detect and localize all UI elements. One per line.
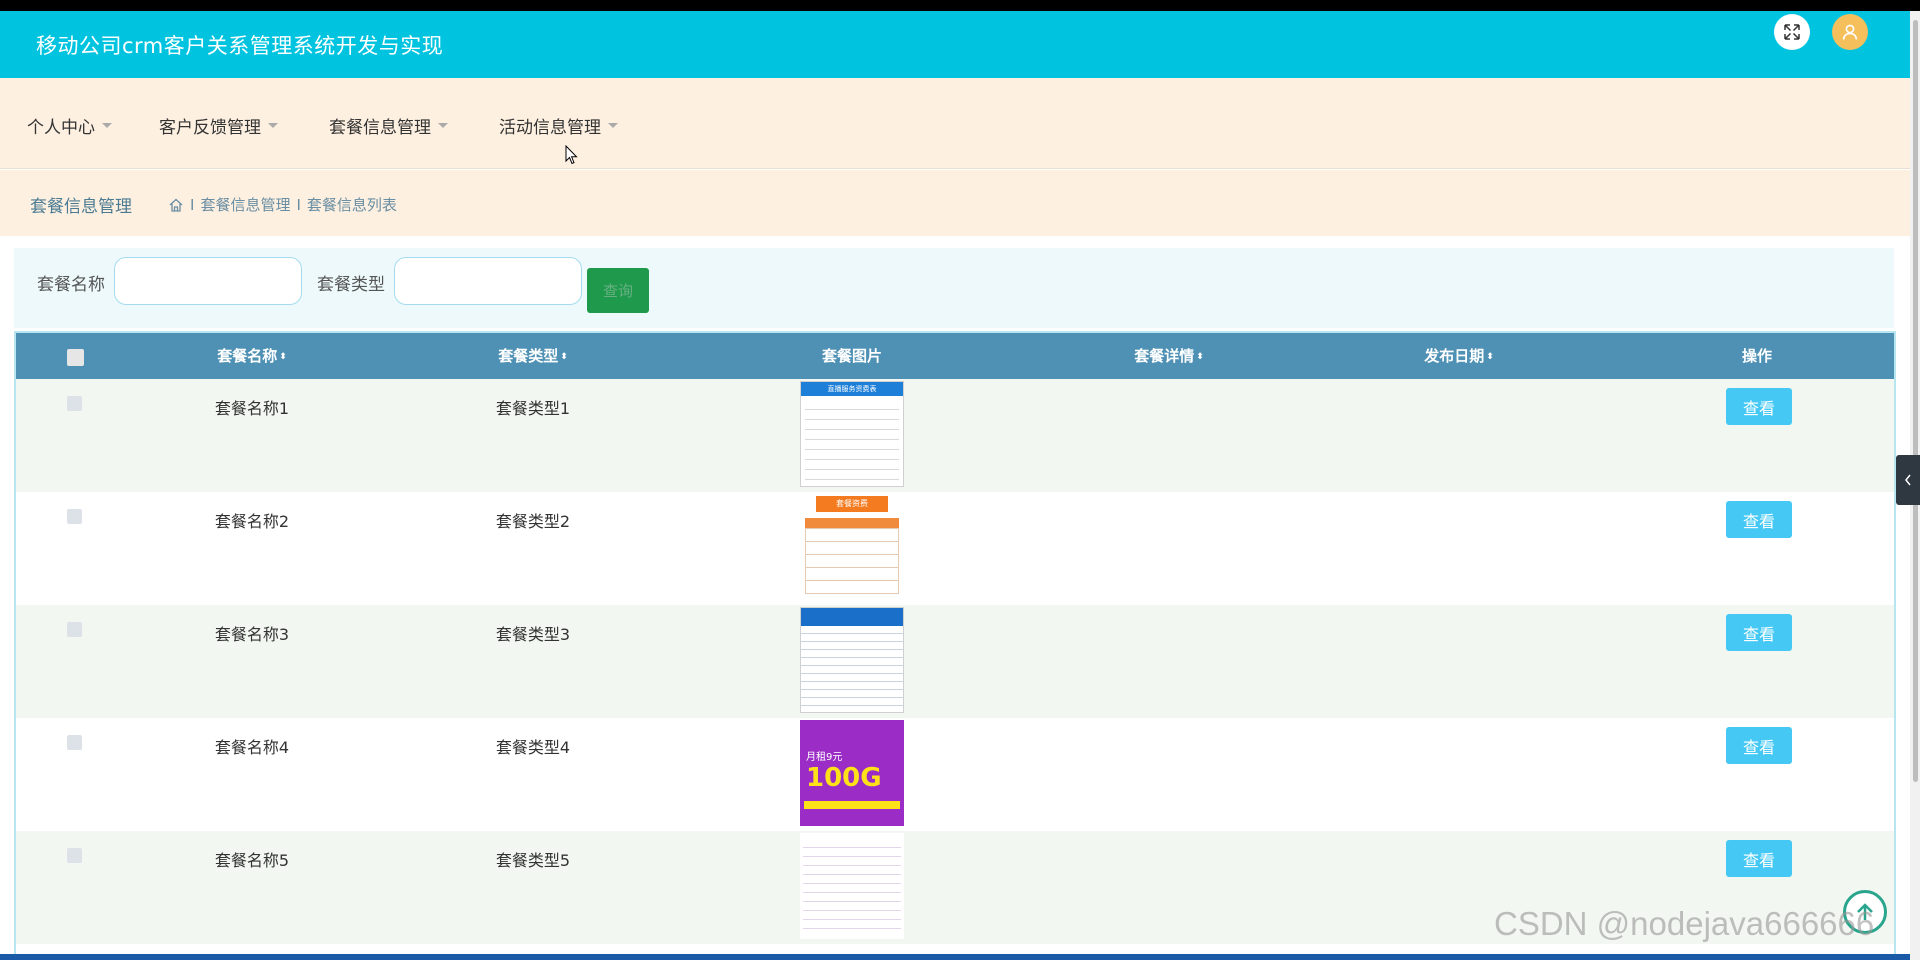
package-name-input[interactable] bbox=[114, 257, 302, 305]
cell-name: 套餐名称3 bbox=[214, 625, 290, 644]
cell-type: 套餐类型5 bbox=[495, 851, 571, 870]
col-header-type[interactable]: 套餐类型 ⬍ bbox=[498, 333, 568, 379]
package-type-label: 套餐类型 bbox=[317, 275, 385, 295]
nav-item-personal-center[interactable]: 个人中心 bbox=[27, 113, 112, 138]
table-row: 套餐名称2 套餐类型2 套餐资费 查看 bbox=[16, 492, 1894, 605]
app-header: 移动公司crm客户关系管理系统开发与实现 bbox=[0, 11, 1910, 78]
package-image: 月租9元 100G bbox=[800, 720, 904, 826]
user-avatar-button[interactable] bbox=[1832, 14, 1868, 50]
select-all-checkbox[interactable] bbox=[67, 349, 84, 366]
package-image bbox=[800, 607, 904, 713]
nav-item-feedback[interactable]: 客户反馈管理 bbox=[159, 113, 278, 138]
cell-type: 套餐类型4 bbox=[495, 738, 571, 757]
watermark: CSDN @nodejava666666 bbox=[1494, 905, 1875, 942]
bottom-bar bbox=[0, 954, 1910, 960]
breadcrumb-separator: I bbox=[190, 195, 195, 214]
search-panel: 套餐名称 套餐类型 查询 bbox=[14, 248, 1894, 328]
top-nav-menu: 个人中心 客户反馈管理 套餐信息管理 活动信息管理 bbox=[0, 78, 1910, 169]
page-title: 套餐信息管理 bbox=[30, 197, 132, 217]
nav-item-activity[interactable]: 活动信息管理 bbox=[499, 113, 618, 138]
cell-name: 套餐名称4 bbox=[214, 738, 290, 757]
table-row: 套餐名称1 套餐类型1 直播服务资费表 查看 bbox=[16, 379, 1894, 492]
user-icon bbox=[1842, 24, 1858, 40]
search-button[interactable]: 查询 bbox=[587, 268, 649, 313]
col-header-action: 操作 bbox=[1741, 347, 1773, 365]
nav-item-label: 个人中心 bbox=[27, 118, 95, 138]
mouse-cursor-icon bbox=[565, 145, 578, 165]
cell-name: 套餐名称2 bbox=[214, 512, 290, 531]
cell-type: 套餐类型1 bbox=[495, 399, 571, 418]
expand-icon bbox=[1784, 24, 1800, 40]
fullscreen-button[interactable] bbox=[1774, 14, 1810, 50]
breadcrumb-item[interactable]: 套餐信息管理 bbox=[200, 194, 290, 215]
row-checkbox[interactable] bbox=[67, 396, 82, 411]
col-header-image: 套餐图片 bbox=[821, 347, 883, 365]
view-button[interactable]: 查看 bbox=[1726, 727, 1792, 764]
package-table: 套餐名称 ⬍ 套餐类型 ⬍ 套餐图片 套餐详情 ⬍ 发布日期 ⬍ 操作 套餐名称1 套餐… bbox=[14, 331, 1896, 960]
table-row: 套餐名称3 套餐类型3 查看 bbox=[16, 605, 1894, 718]
sort-icon: ⬍ bbox=[1486, 351, 1494, 362]
app-title: 移动公司crm客户关系管理系统开发与实现 bbox=[36, 33, 444, 58]
package-image: 直播服务资费表 bbox=[800, 381, 904, 487]
sort-icon: ⬍ bbox=[1196, 351, 1204, 362]
breadcrumb-separator: I bbox=[296, 195, 301, 214]
nav-item-label: 客户反馈管理 bbox=[159, 118, 261, 138]
side-panel-toggle[interactable] bbox=[1896, 455, 1920, 505]
row-checkbox[interactable] bbox=[67, 848, 82, 863]
view-button[interactable]: 查看 bbox=[1726, 501, 1792, 538]
col-header-name[interactable]: 套餐名称 ⬍ bbox=[217, 333, 287, 379]
table-header: 套餐名称 ⬍ 套餐类型 ⬍ 套餐图片 套餐详情 ⬍ 发布日期 ⬍ 操作 bbox=[16, 333, 1894, 379]
scrollbar-thumb[interactable] bbox=[1913, 20, 1918, 782]
row-checkbox[interactable] bbox=[67, 622, 82, 637]
caret-down-icon bbox=[268, 123, 278, 128]
table-row: 套餐名称4 套餐类型4 月租9元 100G 查看 bbox=[16, 718, 1894, 831]
sort-icon: ⬍ bbox=[279, 351, 287, 362]
breadcrumb-bar: 套餐信息管理 I 套餐信息管理 I 套餐信息列表 bbox=[0, 170, 1910, 236]
col-header-detail[interactable]: 套餐详情 ⬍ bbox=[1134, 333, 1204, 379]
nav-item-label: 套餐信息管理 bbox=[329, 118, 431, 138]
package-image bbox=[800, 833, 904, 939]
nav-item-package[interactable]: 套餐信息管理 bbox=[329, 113, 448, 138]
row-checkbox[interactable] bbox=[67, 735, 82, 750]
breadcrumb-item: 套餐信息列表 bbox=[306, 196, 397, 214]
package-image: 套餐资费 bbox=[800, 494, 904, 600]
cell-type: 套餐类型2 bbox=[495, 512, 571, 531]
sort-icon: ⬍ bbox=[560, 351, 568, 362]
breadcrumb: I 套餐信息管理 I 套餐信息列表 bbox=[168, 194, 397, 215]
package-type-input[interactable] bbox=[394, 257, 582, 305]
view-button[interactable]: 查看 bbox=[1726, 840, 1792, 877]
package-name-label: 套餐名称 bbox=[37, 275, 105, 295]
cell-name: 套餐名称1 bbox=[214, 399, 290, 418]
cell-type: 套餐类型3 bbox=[495, 625, 571, 644]
col-header-date[interactable]: 发布日期 ⬍ bbox=[1424, 333, 1494, 379]
top-black-band bbox=[0, 0, 1920, 11]
nav-item-label: 活动信息管理 bbox=[499, 118, 601, 138]
cell-name: 套餐名称5 bbox=[214, 851, 290, 870]
caret-down-icon bbox=[438, 123, 448, 128]
home-icon[interactable] bbox=[168, 197, 184, 213]
caret-down-icon bbox=[102, 123, 112, 128]
caret-down-icon bbox=[608, 123, 618, 128]
chevron-left-icon bbox=[1905, 474, 1911, 486]
row-checkbox[interactable] bbox=[67, 509, 82, 524]
view-button[interactable]: 查看 bbox=[1726, 614, 1792, 651]
view-button[interactable]: 查看 bbox=[1726, 388, 1792, 425]
